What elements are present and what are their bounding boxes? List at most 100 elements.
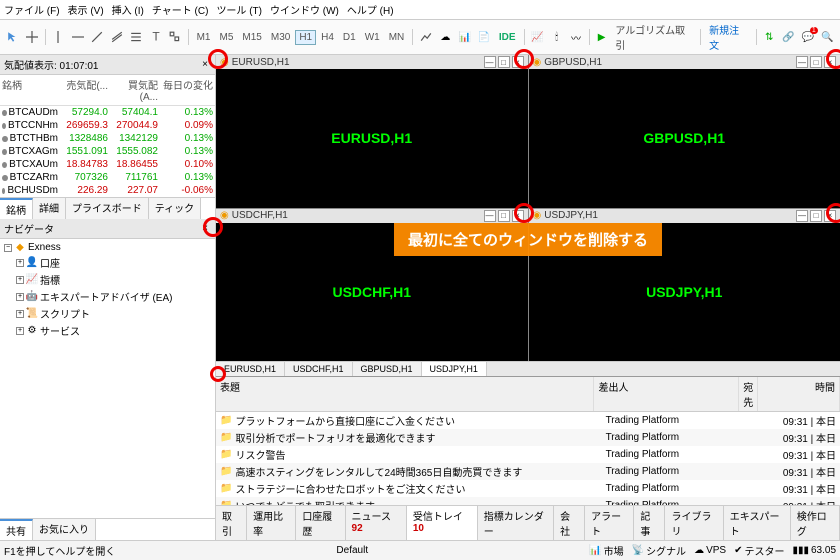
chart-tab[interactable]: USDCHF,H1	[285, 362, 353, 376]
status-signal[interactable]: 📡 シグナル	[632, 543, 686, 558]
nav-tab[interactable]: お気に入り	[33, 519, 96, 540]
status-vps[interactable]: ☁ VPS	[694, 545, 726, 556]
terminal-tab[interactable]: 口座履歴	[296, 506, 345, 540]
terminal-tab[interactable]: 取引	[216, 506, 247, 540]
market-watch-row[interactable]: BTCTHBm 132848613421290.13%	[0, 132, 215, 145]
terminal-tab[interactable]: エキスパート	[724, 506, 791, 540]
mw-tab[interactable]: プライスボード	[66, 198, 149, 219]
minimize-icon[interactable]: —	[484, 210, 496, 222]
close-icon[interactable]: ×	[199, 59, 211, 71]
minimize-icon[interactable]: —	[484, 56, 496, 68]
market-watch-row[interactable]: BTCZARm 7073267117610.13%	[0, 171, 215, 184]
nav-item[interactable]: +👤口座	[14, 254, 213, 271]
hline-icon[interactable]	[69, 28, 86, 46]
chart-bars-icon[interactable]: 📈	[529, 28, 546, 46]
ide-link[interactable]: IDE	[495, 32, 520, 43]
menu-chart[interactable]: チャート (C)	[152, 2, 209, 17]
chart-window[interactable]: ◉ EURUSD,H1 — □ × EURUSD,H1	[216, 55, 528, 208]
trendline-icon[interactable]	[89, 28, 106, 46]
algo-trading-button[interactable]: アルゴリズム取引	[611, 22, 696, 52]
line-chart-icon[interactable]	[417, 28, 434, 46]
nav-item[interactable]: +🤖エキスパートアドバイザ (EA)	[14, 288, 213, 305]
maximize-icon[interactable]: □	[498, 210, 510, 222]
close-icon[interactable]: ×	[512, 56, 524, 68]
maximize-icon[interactable]: □	[810, 210, 822, 222]
terminal-tab[interactable]: 会社	[554, 506, 585, 540]
status-profile[interactable]: Default	[336, 545, 368, 556]
terminal-tab[interactable]: 指標カレンダー	[478, 506, 554, 540]
timeframe-d1[interactable]: D1	[339, 30, 360, 45]
nav-tab[interactable]: 共有	[0, 519, 33, 540]
chart-candles-icon[interactable]: 🕯	[548, 28, 565, 46]
nav-item[interactable]: +📈指標	[14, 271, 213, 288]
timeframe-h4[interactable]: H4	[317, 30, 338, 45]
cloud-icon[interactable]: ☁	[437, 28, 454, 46]
close-icon[interactable]: ×	[824, 210, 836, 222]
close-icon[interactable]: ×	[824, 56, 836, 68]
chart-tab[interactable]: EURUSD,H1	[216, 362, 285, 376]
close-icon[interactable]: ×	[512, 210, 524, 222]
market-watch-row[interactable]: BTCAUDm 57294.057404.10.13%	[0, 106, 215, 119]
expand-icon[interactable]: +	[16, 310, 24, 318]
maximize-icon[interactable]: □	[810, 56, 822, 68]
timeframe-m15[interactable]: M15	[238, 30, 265, 45]
market-watch-row[interactable]: BTCXAUm 18.8478318.864550.10%	[0, 158, 215, 171]
terminal-tab[interactable]: 記事	[634, 506, 665, 540]
timeframe-m5[interactable]: M5	[216, 30, 238, 45]
timeframe-w1[interactable]: W1	[361, 30, 384, 45]
expand-icon[interactable]: +	[16, 327, 24, 335]
menu-view[interactable]: 表示 (V)	[68, 2, 104, 17]
minimize-icon[interactable]: —	[796, 210, 808, 222]
minimize-icon[interactable]: —	[796, 56, 808, 68]
timeframe-m1[interactable]: M1	[193, 30, 215, 45]
expand-icon[interactable]: +	[16, 259, 24, 267]
mail-row[interactable]: 📁いつでもどこでも取引できます Trading Platform09:31 | …	[216, 497, 840, 505]
close-icon[interactable]: ×	[199, 223, 211, 235]
status-tester[interactable]: ✔ テスター	[734, 543, 784, 558]
maximize-icon[interactable]: □	[498, 56, 510, 68]
timeframe-m30[interactable]: M30	[267, 30, 294, 45]
terminal-tab[interactable]: ライブラリ	[665, 506, 723, 540]
chart-canvas[interactable]: EURUSD,H1	[216, 69, 528, 208]
fibo-icon[interactable]	[127, 28, 144, 46]
collapse-icon[interactable]: −	[4, 244, 12, 252]
terminal-tab[interactable]: アラート	[585, 506, 634, 540]
chart-tab[interactable]: GBPUSD,H1	[353, 362, 422, 376]
market-watch-row[interactable]: BCHUSDm 226.29227.07-0.06%	[0, 184, 215, 197]
search-icon[interactable]: 🔍	[819, 28, 836, 46]
market-watch-row[interactable]: BTCXAGm 1551.0911555.0820.13%	[0, 145, 215, 158]
expand-icon[interactable]: +	[16, 293, 24, 301]
mw-tab[interactable]: 銘柄	[0, 198, 33, 219]
terminal-tab[interactable]: 受信トレイ 10	[407, 506, 478, 540]
mail-row[interactable]: 📁プラットフォームから直接口座にご入金ください Trading Platform…	[216, 412, 840, 429]
mail-row[interactable]: 📁取引分析でポートフォリオを最適化できます Trading Platform09…	[216, 429, 840, 446]
mw-tab[interactable]: ティック	[149, 198, 201, 219]
mail-row[interactable]: 📁ストラテジーに合わせたロボットをご注文ください Trading Platfor…	[216, 480, 840, 497]
connect-icon[interactable]: 🔗	[780, 28, 797, 46]
template-icon[interactable]: 📄	[475, 28, 492, 46]
terminal-tab[interactable]: ニュース 92	[346, 506, 407, 540]
new-order-button[interactable]: 新規注文	[705, 22, 752, 52]
mail-row[interactable]: 📁リスク警告 Trading Platform09:31 | 本日	[216, 446, 840, 463]
menu-file[interactable]: ファイル (F)	[4, 2, 60, 17]
indicator-icon[interactable]: 📊	[456, 28, 473, 46]
chart-canvas[interactable]: GBPUSD,H1	[529, 69, 840, 208]
channel-icon[interactable]	[108, 28, 125, 46]
text-icon[interactable]: T	[147, 28, 164, 46]
crosshair-icon[interactable]	[23, 28, 40, 46]
objects-icon[interactable]	[166, 28, 183, 46]
nav-item[interactable]: +⚙サービス	[14, 322, 213, 339]
depth-icon[interactable]: ⇅	[761, 28, 778, 46]
mw-tab[interactable]: 詳細	[33, 198, 66, 219]
nav-root[interactable]: − ◆ Exness	[2, 241, 213, 254]
chart-tab[interactable]: USDJPY,H1	[422, 362, 487, 376]
menu-tools[interactable]: ツール (T)	[216, 2, 262, 17]
mail-row[interactable]: 📁高速ホスティングをレンタルして24時間365日自動売買できます Trading…	[216, 463, 840, 480]
chart-window[interactable]: ◉ GBPUSD,H1 — □ × GBPUSD,H1	[529, 55, 840, 208]
terminal-tab[interactable]: 運用比率	[247, 506, 296, 540]
menu-help[interactable]: ヘルプ (H)	[347, 2, 394, 17]
nav-item[interactable]: +📜スクリプト	[14, 305, 213, 322]
terminal-tab[interactable]: 検作ログ	[791, 506, 840, 540]
expand-icon[interactable]: +	[16, 276, 24, 284]
timeframe-h1[interactable]: H1	[295, 30, 316, 45]
